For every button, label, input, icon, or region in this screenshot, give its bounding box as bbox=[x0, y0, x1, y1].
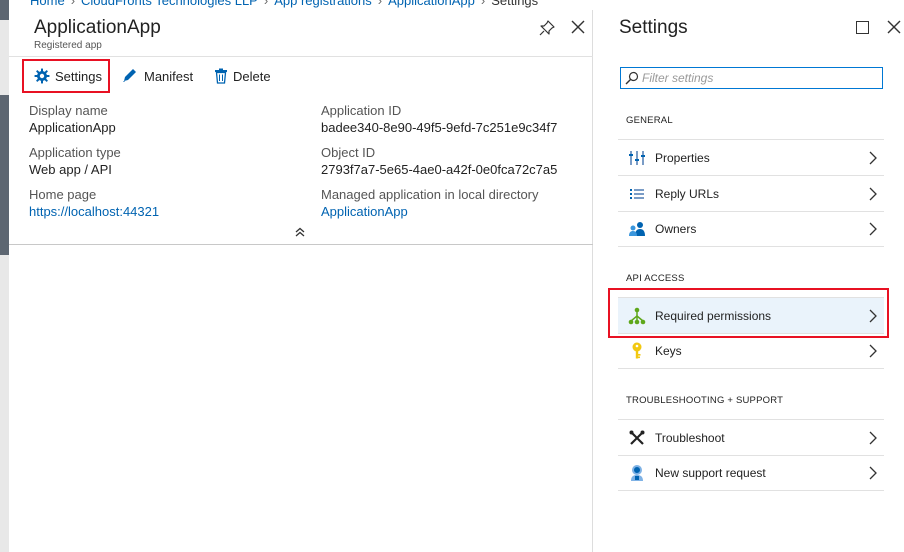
breadcrumb-directory[interactable]: CloudFronts Technologies LLP bbox=[81, 0, 258, 8]
application-id-field: Application ID badee340-8e90-49f5-9efd-7… bbox=[321, 103, 557, 135]
managed-app-link[interactable]: ApplicationApp bbox=[321, 204, 539, 219]
home-page-field: Home page https://localhost:44321 bbox=[29, 187, 159, 219]
display-name-label: Display name bbox=[29, 103, 108, 118]
breadcrumb-separator: › bbox=[480, 0, 486, 8]
application-id-label: Application ID bbox=[321, 103, 402, 118]
required-permissions-icon bbox=[628, 307, 646, 325]
breadcrumb-application[interactable]: ApplicationApp bbox=[388, 0, 475, 8]
background-panel-top bbox=[0, 0, 9, 20]
display-name-field: Display name ApplicationApp bbox=[29, 103, 116, 135]
chevron-right-icon bbox=[869, 222, 877, 236]
reply-urls-label: Reply URLs bbox=[655, 186, 720, 201]
chevron-right-icon bbox=[869, 151, 877, 164]
breadcrumb-app-registrations[interactable]: App registrations bbox=[274, 0, 372, 8]
blade-subtitle: Registered app bbox=[34, 40, 102, 51]
delete-button[interactable]: Delete bbox=[212, 59, 271, 93]
delete-button-label: Delete bbox=[233, 68, 271, 84]
settings-item-properties[interactable]: Properties bbox=[618, 139, 884, 175]
home-page-label: Home page bbox=[29, 187, 97, 202]
close-icon[interactable] bbox=[886, 19, 902, 35]
chevron-up-icon[interactable] bbox=[294, 226, 306, 238]
owners-label: Owners bbox=[655, 222, 697, 236]
settings-gear-icon bbox=[34, 68, 50, 84]
keys-icon bbox=[628, 342, 646, 360]
left-background-strip bbox=[0, 0, 9, 552]
filter-settings-box[interactable] bbox=[620, 67, 883, 89]
managed-app-field: Managed application in local directory A… bbox=[321, 187, 539, 219]
breadcrumb-current: Settings bbox=[491, 0, 539, 8]
breadcrumb: Home › CloudFronts Technologies LLP › App re… bbox=[30, 0, 538, 8]
support-request-icon bbox=[628, 464, 646, 482]
application-type-label: Application type bbox=[29, 145, 121, 160]
reply-urls-icon bbox=[628, 185, 646, 203]
properties-icon bbox=[628, 149, 646, 167]
application-type-field: Application type Web app / API bbox=[29, 145, 121, 177]
section-troubleshooting: TROUBLESHOOTING + SUPPORT bbox=[626, 395, 784, 406]
settings-item-keys[interactable]: Keys bbox=[618, 333, 884, 369]
new-support-request-label: New support request bbox=[655, 466, 766, 480]
object-id-value: 2793f7a7-5e65-4ae0-a42f-0e0fca72c7a5 bbox=[321, 162, 558, 177]
settings-title: Settings bbox=[619, 17, 688, 38]
filter-settings-input[interactable] bbox=[642, 71, 872, 85]
chevron-right-icon bbox=[869, 309, 877, 322]
settings-blade: Settings GENERAL Properties bbox=[594, 0, 904, 552]
search-icon bbox=[625, 71, 639, 85]
blade-title: ApplicationApp bbox=[34, 17, 161, 38]
manifest-button[interactable]: Manifest bbox=[119, 59, 193, 93]
header-divider bbox=[9, 56, 593, 57]
keys-label: Keys bbox=[655, 344, 682, 358]
properties-label: Properties bbox=[655, 150, 710, 165]
chevron-right-icon bbox=[869, 344, 877, 358]
registered-app-blade: ApplicationApp Registered app Settings M… bbox=[9, 10, 593, 552]
manifest-button-label: Manifest bbox=[144, 68, 194, 84]
settings-item-owners[interactable]: Owners bbox=[618, 211, 884, 247]
settings-button-label: Settings bbox=[55, 68, 102, 84]
settings-item-new-support-request[interactable]: New support request bbox=[618, 455, 884, 491]
display-name-value: ApplicationApp bbox=[29, 120, 116, 135]
required-permissions-label: Required permissions bbox=[655, 308, 772, 323]
close-icon[interactable] bbox=[569, 18, 587, 36]
section-general: GENERAL bbox=[626, 115, 673, 126]
section-api-access: API ACCESS bbox=[626, 273, 685, 284]
application-id-value: badee340-8e90-49f5-9efd-7c251e9c34f7 bbox=[321, 120, 558, 135]
maximize-icon[interactable] bbox=[856, 21, 869, 34]
manifest-pencil-icon bbox=[123, 69, 136, 82]
settings-item-required-permissions[interactable]: Required permissions bbox=[618, 297, 884, 333]
troubleshoot-icon bbox=[628, 429, 646, 447]
object-id-field: Object ID 2793f7a7-5e65-4ae0-a42f-0e0fca… bbox=[321, 145, 557, 177]
delete-trash-icon bbox=[215, 68, 227, 84]
pin-icon[interactable] bbox=[539, 20, 555, 36]
chevron-right-icon bbox=[869, 187, 877, 200]
breadcrumb-separator: › bbox=[377, 0, 383, 8]
settings-button[interactable]: Settings bbox=[22, 59, 110, 93]
home-page-link[interactable]: https://localhost:44321 bbox=[29, 204, 159, 219]
background-panel bbox=[0, 95, 9, 255]
breadcrumb-separator: › bbox=[70, 0, 76, 8]
breadcrumb-home[interactable]: Home bbox=[30, 0, 65, 8]
breadcrumb-separator: › bbox=[263, 0, 269, 8]
chevron-right-icon bbox=[869, 466, 877, 480]
troubleshoot-label: Troubleshoot bbox=[655, 430, 725, 445]
owners-icon bbox=[628, 220, 646, 238]
application-type-value: Web app / API bbox=[29, 162, 112, 177]
essentials-divider bbox=[9, 244, 593, 245]
managed-app-label: Managed application in local directory bbox=[321, 187, 539, 202]
chevron-right-icon bbox=[869, 431, 877, 444]
settings-item-troubleshoot[interactable]: Troubleshoot bbox=[618, 419, 884, 455]
object-id-label: Object ID bbox=[321, 145, 376, 160]
settings-item-reply-urls[interactable]: Reply URLs bbox=[618, 175, 884, 211]
